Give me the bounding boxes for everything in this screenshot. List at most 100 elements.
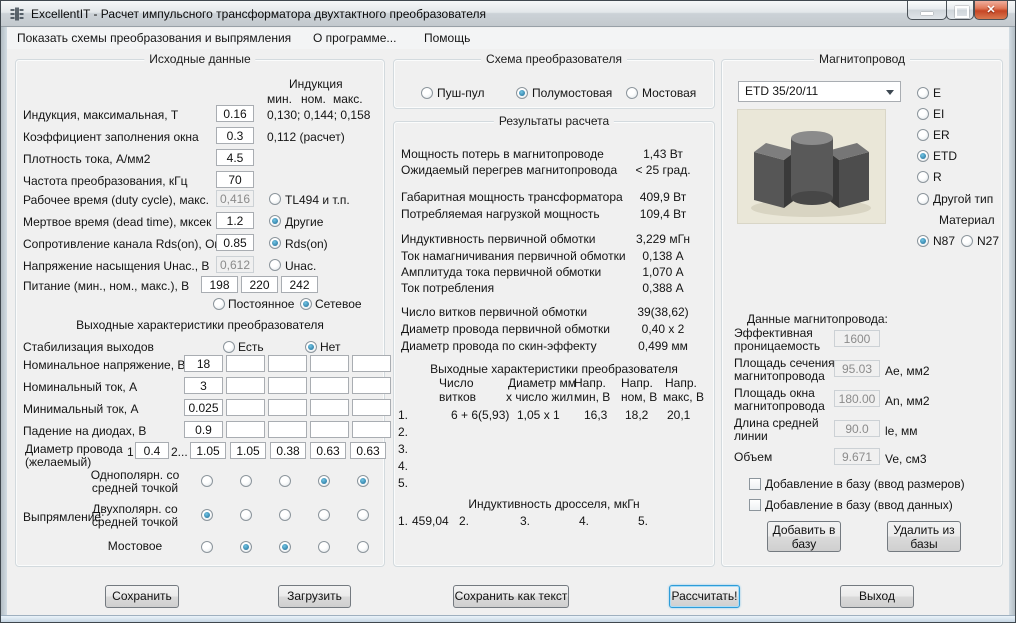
stab-no-radio[interactable] bbox=[305, 341, 317, 353]
rect-bridge-radio-4[interactable] bbox=[318, 541, 330, 553]
rect-bridge-radio-3[interactable] bbox=[279, 541, 291, 553]
rect-bridge-radio-2[interactable] bbox=[240, 541, 252, 553]
close-button[interactable]: ✕ bbox=[974, 1, 1008, 20]
minimal-current-field-2[interactable] bbox=[226, 399, 265, 416]
core-type-ei-radio[interactable] bbox=[917, 108, 929, 120]
nominal-current-field-2[interactable] bbox=[226, 377, 265, 394]
diode-drop-field-1[interactable] bbox=[184, 421, 223, 438]
diode-drop-field-5[interactable] bbox=[352, 421, 391, 438]
minimal-current-field-4[interactable] bbox=[310, 399, 349, 416]
diode-drop-field-3[interactable] bbox=[268, 421, 307, 438]
add-data-checkbox[interactable] bbox=[749, 499, 761, 511]
add-sizes-checkbox-label[interactable]: Добавление в базу (ввод размеров) bbox=[765, 477, 965, 491]
nominal-current-field-3[interactable] bbox=[268, 377, 307, 394]
save-button[interactable]: Сохранить bbox=[105, 585, 179, 608]
wire-diameter-field-3[interactable] bbox=[270, 442, 306, 459]
title-bar[interactable]: ExcellentIT - Расчет импульсного трансфо… bbox=[1, 1, 1015, 27]
menu-help[interactable]: Помощь bbox=[424, 31, 470, 45]
nominal-voltage-field-1[interactable] bbox=[184, 355, 223, 372]
stab-no-radio-label[interactable]: Нет bbox=[320, 340, 340, 354]
core-type-er-label[interactable]: ER bbox=[933, 128, 950, 142]
rect-bipolar-radio-1[interactable] bbox=[201, 509, 213, 521]
add-to-db-button[interactable]: Добавить в базу bbox=[767, 521, 841, 552]
wire-diameter-field-2[interactable] bbox=[230, 442, 266, 459]
nominal-current-field-1[interactable] bbox=[184, 377, 223, 394]
load-button[interactable]: Загрузить bbox=[278, 585, 351, 608]
half-bridge-radio[interactable] bbox=[516, 87, 528, 99]
frequency-field[interactable] bbox=[216, 171, 254, 188]
ac-supply-radio-label[interactable]: Сетевое bbox=[315, 297, 362, 311]
core-type-etd-label[interactable]: ETD bbox=[933, 149, 957, 163]
delete-from-db-button[interactable]: Удалить из базы bbox=[887, 521, 961, 552]
rect-unipolar-radio-1[interactable] bbox=[201, 475, 213, 487]
unas-radio[interactable] bbox=[269, 259, 281, 271]
diode-drop-field-4[interactable] bbox=[310, 421, 349, 438]
supply-min-field[interactable] bbox=[201, 276, 238, 293]
fill-factor-field[interactable] bbox=[216, 127, 254, 144]
exit-button[interactable]: Выход bbox=[840, 585, 914, 608]
rds-on-radio[interactable] bbox=[269, 237, 281, 249]
current-density-field[interactable] bbox=[216, 149, 254, 166]
rect-unipolar-radio-2[interactable] bbox=[240, 475, 252, 487]
unas-radio-label[interactable]: Uнас. bbox=[285, 259, 316, 273]
material-n87-radio[interactable] bbox=[917, 235, 929, 247]
diode-drop-field-2[interactable] bbox=[226, 421, 265, 438]
nominal-voltage-field-5[interactable] bbox=[352, 355, 391, 372]
rect-bridge-radio-5[interactable] bbox=[357, 541, 369, 553]
rect-bipolar-radio-4[interactable] bbox=[318, 509, 330, 521]
rect-unipolar-radio-5[interactable] bbox=[357, 475, 369, 487]
rect-bipolar-radio-5[interactable] bbox=[357, 509, 369, 521]
core-select[interactable]: ETD 35/20/11 bbox=[738, 81, 901, 102]
nominal-voltage-field-4[interactable] bbox=[310, 355, 349, 372]
rect-bipolar-radio-3[interactable] bbox=[279, 509, 291, 521]
nominal-current-field-4[interactable] bbox=[310, 377, 349, 394]
other-drivers-radio[interactable] bbox=[269, 215, 281, 227]
minimize-button[interactable] bbox=[907, 1, 947, 20]
wire-diameter-field-1[interactable] bbox=[190, 442, 226, 459]
stab-yes-radio[interactable] bbox=[223, 341, 235, 353]
material-n87-label[interactable]: N87 bbox=[933, 234, 955, 248]
rect-unipolar-radio-4[interactable] bbox=[318, 475, 330, 487]
rect-bridge-radio-1[interactable] bbox=[201, 541, 213, 553]
material-n27-label[interactable]: N27 bbox=[977, 234, 999, 248]
wire-diameter-field-0[interactable] bbox=[135, 442, 169, 459]
core-type-etd-radio[interactable] bbox=[917, 150, 929, 162]
bridge-radio-label[interactable]: Мостовая bbox=[642, 86, 696, 100]
calculate-button[interactable]: Рассчитать! bbox=[669, 585, 740, 608]
dc-supply-radio-label[interactable]: Постоянное bbox=[228, 297, 294, 311]
nominal-voltage-field-3[interactable] bbox=[268, 355, 307, 372]
maximize-button[interactable] bbox=[946, 1, 974, 20]
core-type-er-radio[interactable] bbox=[917, 129, 929, 141]
add-data-checkbox-label[interactable]: Добавление в базу (ввод данных) bbox=[765, 498, 953, 512]
other-drivers-radio-label[interactable]: Другие bbox=[285, 215, 323, 229]
add-sizes-checkbox[interactable] bbox=[749, 478, 761, 490]
menu-about[interactable]: О программе... bbox=[313, 31, 396, 45]
minimal-current-field-3[interactable] bbox=[268, 399, 307, 416]
half-bridge-radio-label[interactable]: Полумостовая bbox=[532, 86, 612, 100]
core-type-r-radio[interactable] bbox=[917, 171, 929, 183]
dead-time-field[interactable] bbox=[216, 212, 254, 229]
minimal-current-field-5[interactable] bbox=[352, 399, 391, 416]
core-type-r-label[interactable]: R bbox=[933, 170, 942, 184]
bridge-radio[interactable] bbox=[626, 87, 638, 99]
tl494-radio-label[interactable]: TL494 и т.п. bbox=[285, 193, 350, 207]
nominal-voltage-field-2[interactable] bbox=[226, 355, 265, 372]
rds-on-field[interactable] bbox=[216, 234, 254, 251]
core-type-e-label[interactable]: E bbox=[933, 86, 941, 100]
nominal-current-field-5[interactable] bbox=[352, 377, 391, 394]
rds-on-radio-label[interactable]: Rds(on) bbox=[285, 237, 328, 251]
core-type-ei-label[interactable]: EI bbox=[933, 107, 944, 121]
stab-yes-radio-label[interactable]: Есть bbox=[238, 340, 264, 354]
push-pull-radio[interactable] bbox=[421, 87, 433, 99]
save-as-text-button[interactable]: Сохранить как текст bbox=[453, 585, 569, 608]
rect-bipolar-radio-2[interactable] bbox=[240, 509, 252, 521]
supply-nom-field[interactable] bbox=[241, 276, 278, 293]
rect-unipolar-radio-3[interactable] bbox=[279, 475, 291, 487]
wire-diameter-field-4[interactable] bbox=[310, 442, 346, 459]
supply-max-field[interactable] bbox=[281, 276, 318, 293]
menu-show-schemes[interactable]: Показать схемы преобразования и выпрямле… bbox=[17, 31, 291, 45]
dc-supply-radio[interactable] bbox=[213, 298, 225, 310]
core-type-other-radio[interactable] bbox=[917, 193, 929, 205]
wire-diameter-field-5[interactable] bbox=[350, 442, 386, 459]
push-pull-radio-label[interactable]: Пуш-пул bbox=[437, 86, 484, 100]
